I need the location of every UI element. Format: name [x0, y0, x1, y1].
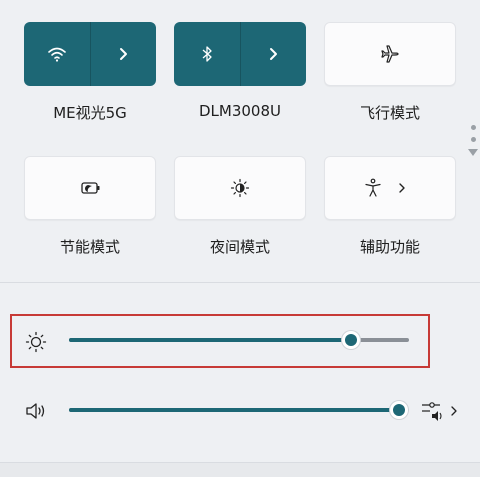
- bluetooth-icon: [202, 46, 212, 62]
- chevron-right-icon: [399, 183, 405, 193]
- chevron-right-icon: [451, 406, 457, 416]
- airplane-mode-tile[interactable]: [324, 22, 456, 86]
- page-dot[interactable]: [470, 125, 476, 130]
- accessibility-toggle[interactable]: [325, 157, 390, 219]
- accessibility-expand-button[interactable]: [390, 157, 455, 219]
- brightness-slider-thumb[interactable]: [342, 331, 361, 349]
- wifi-icon: [47, 47, 66, 62]
- night-light-tile[interactable]: [174, 156, 306, 220]
- accessibility-tile[interactable]: [324, 156, 456, 220]
- volume-slider[interactable]: [69, 401, 409, 419]
- chevron-down-icon[interactable]: [468, 149, 478, 156]
- brightness-icon: [25, 331, 47, 353]
- wifi-tile[interactable]: [24, 22, 156, 86]
- battery-saver-tile[interactable]: [24, 156, 156, 220]
- bluetooth-label: DLM3008U: [198, 102, 281, 120]
- page-dot[interactable]: [470, 137, 476, 142]
- night-light-icon: [230, 178, 250, 198]
- airplane-mode-label: 飞行模式: [359, 104, 420, 122]
- night-light-label: 夜间模式: [209, 238, 270, 256]
- volume-slider-thumb[interactable]: [389, 401, 408, 419]
- wifi-expand-button[interactable]: [91, 22, 157, 86]
- footer-bar: [0, 462, 480, 477]
- wifi-toggle[interactable]: [24, 22, 90, 86]
- accessibility-icon: [365, 178, 381, 197]
- chevron-right-icon: [120, 48, 128, 60]
- bluetooth-expand-button[interactable]: [241, 22, 307, 86]
- accessibility-label: 辅助功能: [359, 238, 420, 256]
- section-divider: [0, 282, 480, 283]
- brightness-slider[interactable]: [69, 331, 409, 349]
- airplane-icon: [381, 45, 399, 63]
- battery-saver-label: 节能模式: [59, 238, 120, 256]
- bluetooth-tile[interactable]: [174, 22, 306, 86]
- page-indicator[interactable]: [466, 125, 480, 156]
- audio-mixer-icon: [422, 402, 442, 421]
- wifi-label: ME视光5G: [53, 104, 127, 122]
- volume-slider-fill: [69, 408, 399, 412]
- battery-saver-icon: [81, 182, 100, 194]
- brightness-slider-fill: [69, 338, 352, 342]
- speaker-icon[interactable]: [24, 401, 48, 421]
- audio-output-button[interactable]: [420, 399, 460, 423]
- chevron-right-icon: [270, 48, 278, 60]
- bluetooth-toggle[interactable]: [174, 22, 240, 86]
